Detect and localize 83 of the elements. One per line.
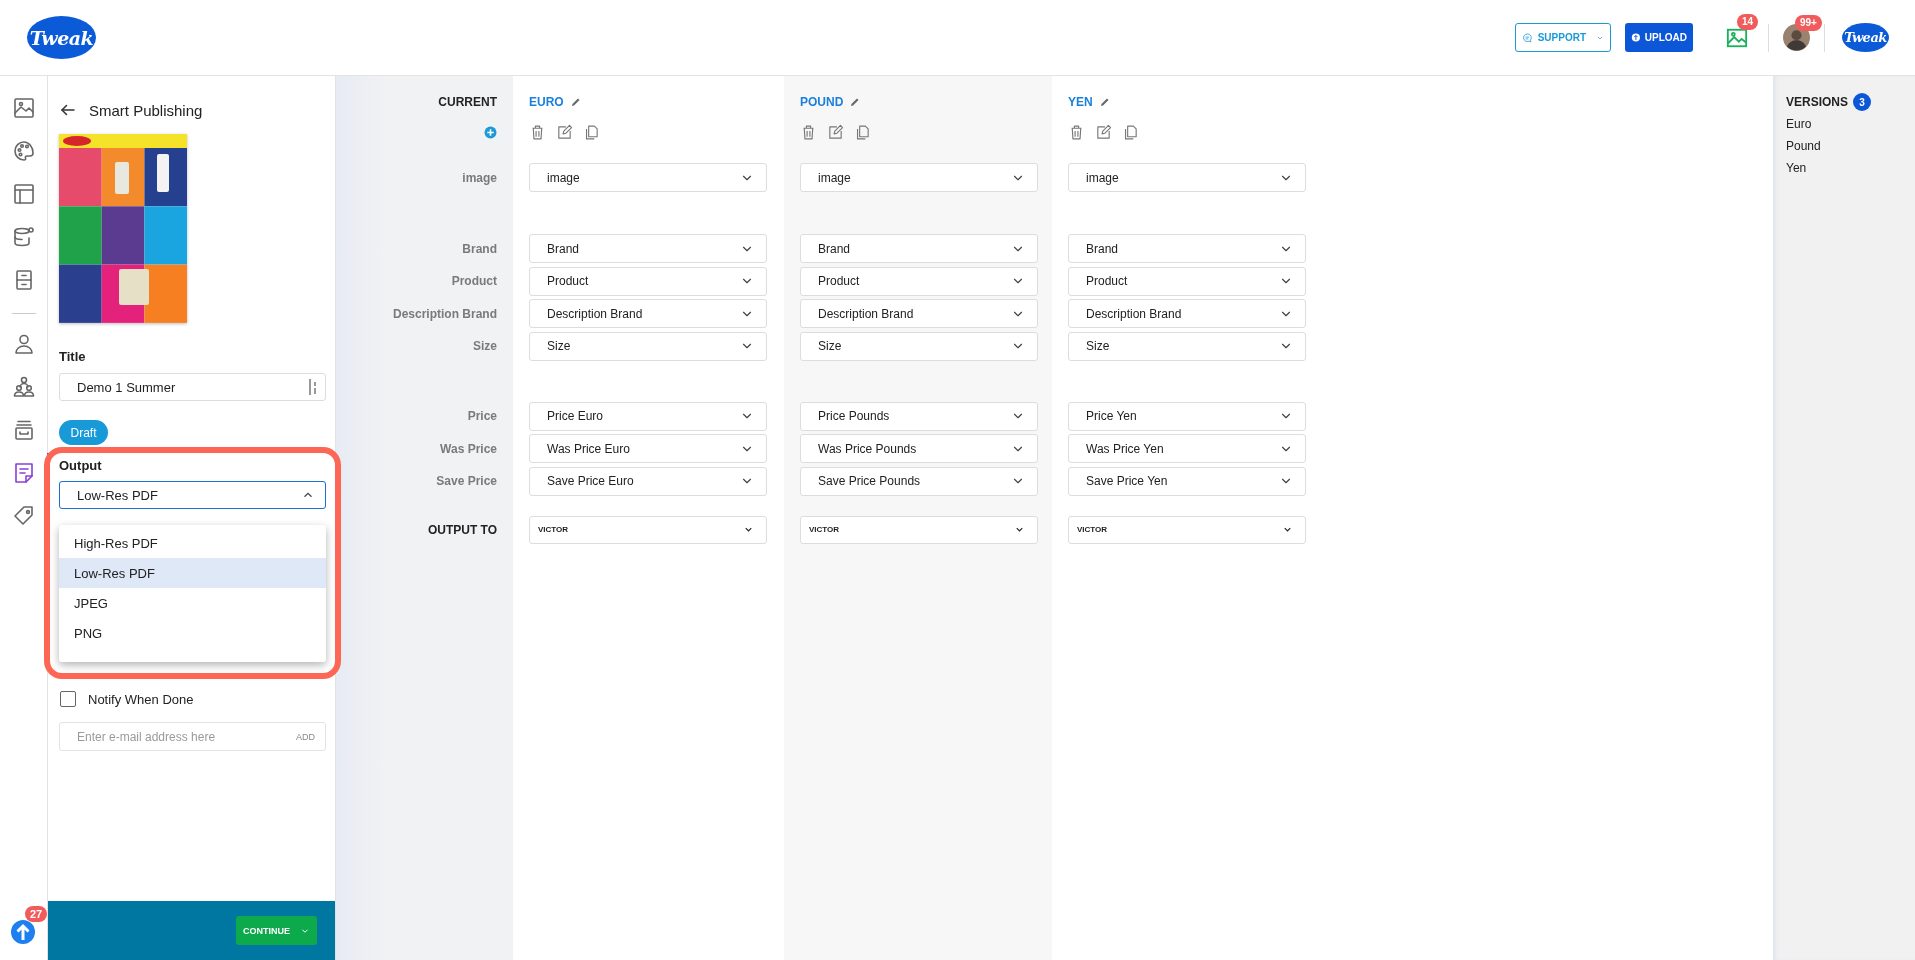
copy-icon[interactable] bbox=[854, 123, 871, 141]
row-label: Save Price bbox=[436, 473, 497, 490]
version-item[interactable]: Yen bbox=[1786, 161, 1902, 175]
add-icon[interactable] bbox=[484, 125, 497, 139]
version-name: EURO bbox=[529, 95, 564, 109]
checkbox[interactable] bbox=[60, 691, 76, 707]
panel-heading: VERSIONS bbox=[1786, 95, 1848, 109]
panel-title: Smart Publishing bbox=[89, 101, 203, 119]
title-field[interactable]: Demo 1 Summer bbox=[59, 373, 326, 401]
field-select[interactable]: Description Brand bbox=[800, 299, 1038, 328]
tag-icon[interactable] bbox=[11, 503, 36, 528]
pencil-icon[interactable] bbox=[569, 96, 582, 108]
database-icon[interactable] bbox=[11, 224, 36, 249]
edit-icon[interactable] bbox=[1095, 123, 1112, 141]
upload-icon[interactable] bbox=[11, 920, 35, 944]
logo: Tweak bbox=[1842, 23, 1889, 52]
checkbox-label: Notify When Done bbox=[88, 691, 194, 707]
add-button[interactable]: ADD bbox=[296, 731, 315, 742]
menu-option[interactable]: PNG bbox=[59, 618, 326, 648]
field-select[interactable]: Product bbox=[529, 266, 767, 296]
row-label: Product bbox=[451, 273, 497, 290]
layout-icon[interactable] bbox=[11, 181, 36, 206]
row-label: Size bbox=[473, 338, 497, 355]
field-select[interactable]: Brand bbox=[529, 234, 767, 263]
output-select[interactable]: VICTOR bbox=[1068, 515, 1306, 544]
upload-icon bbox=[1631, 30, 1641, 45]
image-icon[interactable] bbox=[1726, 26, 1748, 49]
row-label: image bbox=[462, 169, 497, 187]
version-name: POUND bbox=[800, 95, 844, 109]
copy-icon[interactable] bbox=[1122, 123, 1139, 141]
copy-icon[interactable] bbox=[583, 123, 600, 141]
menu-option[interactable]: Low-Res PDF bbox=[59, 558, 326, 588]
field-select[interactable]: Was Price Euro bbox=[529, 434, 767, 463]
field-select[interactable]: Price Yen bbox=[1068, 401, 1306, 431]
field-select[interactable]: Save Price Euro bbox=[529, 466, 767, 496]
upload-button[interactable]: UPLOAD bbox=[1625, 23, 1693, 52]
output-select[interactable]: VICTOR bbox=[800, 515, 1038, 544]
logo[interactable]: Tweak bbox=[27, 16, 96, 59]
field-label: Output bbox=[59, 458, 103, 473]
row-label: OUTPUT TO bbox=[427, 522, 497, 537]
row-label: Price bbox=[467, 408, 497, 425]
field-select[interactable]: Price Pounds bbox=[800, 401, 1038, 431]
version-item[interactable]: Euro bbox=[1786, 117, 1902, 131]
count-badge: 3 bbox=[1853, 93, 1871, 111]
email-field[interactable]: Enter e-mail address here ADD bbox=[59, 722, 326, 751]
field-label: Title bbox=[59, 349, 87, 364]
menu-option[interactable]: High-Res PDF bbox=[59, 528, 326, 558]
field-select[interactable]: Was Price Pounds bbox=[800, 434, 1038, 463]
edit-icon[interactable] bbox=[827, 123, 844, 141]
resize-handle-icon bbox=[307, 377, 317, 397]
notification-badge: 99+ bbox=[1795, 15, 1822, 31]
field-select[interactable]: Product bbox=[1068, 266, 1306, 296]
version-item[interactable]: Pound bbox=[1786, 139, 1902, 153]
people-icon[interactable] bbox=[11, 374, 36, 399]
pencil-icon[interactable] bbox=[1098, 96, 1111, 108]
column-label: CURRENT bbox=[438, 95, 497, 109]
field-select[interactable]: Brand bbox=[800, 234, 1038, 263]
field-select[interactable]: Save Price Yen bbox=[1068, 466, 1306, 496]
output-select[interactable]: VICTOR bbox=[529, 515, 767, 544]
field-select[interactable]: Was Price Yen bbox=[1068, 434, 1306, 463]
notification-badge: 27 bbox=[25, 906, 48, 922]
output-select[interactable]: Low-Res PDF bbox=[59, 481, 326, 509]
menu-option[interactable]: JPEG bbox=[59, 588, 326, 618]
field-select[interactable]: Size bbox=[800, 331, 1038, 361]
field-select[interactable]: Save Price Pounds bbox=[800, 466, 1038, 496]
field-select[interactable]: Product bbox=[800, 266, 1038, 296]
field-select[interactable]: image bbox=[800, 163, 1038, 192]
row-label: Was Price bbox=[440, 440, 497, 458]
field-select[interactable]: image bbox=[529, 163, 767, 192]
version-name: YEN bbox=[1068, 95, 1093, 109]
field-select[interactable]: image bbox=[1068, 163, 1306, 192]
image-icon[interactable] bbox=[11, 95, 36, 120]
palette-icon[interactable] bbox=[11, 138, 36, 163]
notification-badge: 14 bbox=[1737, 13, 1759, 30]
edit-icon[interactable] bbox=[556, 123, 573, 141]
field-select[interactable]: Brand bbox=[1068, 234, 1306, 263]
field-select[interactable]: Price Euro bbox=[529, 401, 767, 431]
row-label: Brand bbox=[462, 240, 497, 258]
field-select[interactable]: Description Brand bbox=[1068, 299, 1306, 328]
field-select[interactable]: Size bbox=[529, 331, 767, 361]
field-select[interactable]: Description Brand bbox=[529, 299, 767, 328]
row-label: Description Brand bbox=[393, 305, 497, 323]
field-select[interactable]: Size bbox=[1068, 331, 1306, 361]
